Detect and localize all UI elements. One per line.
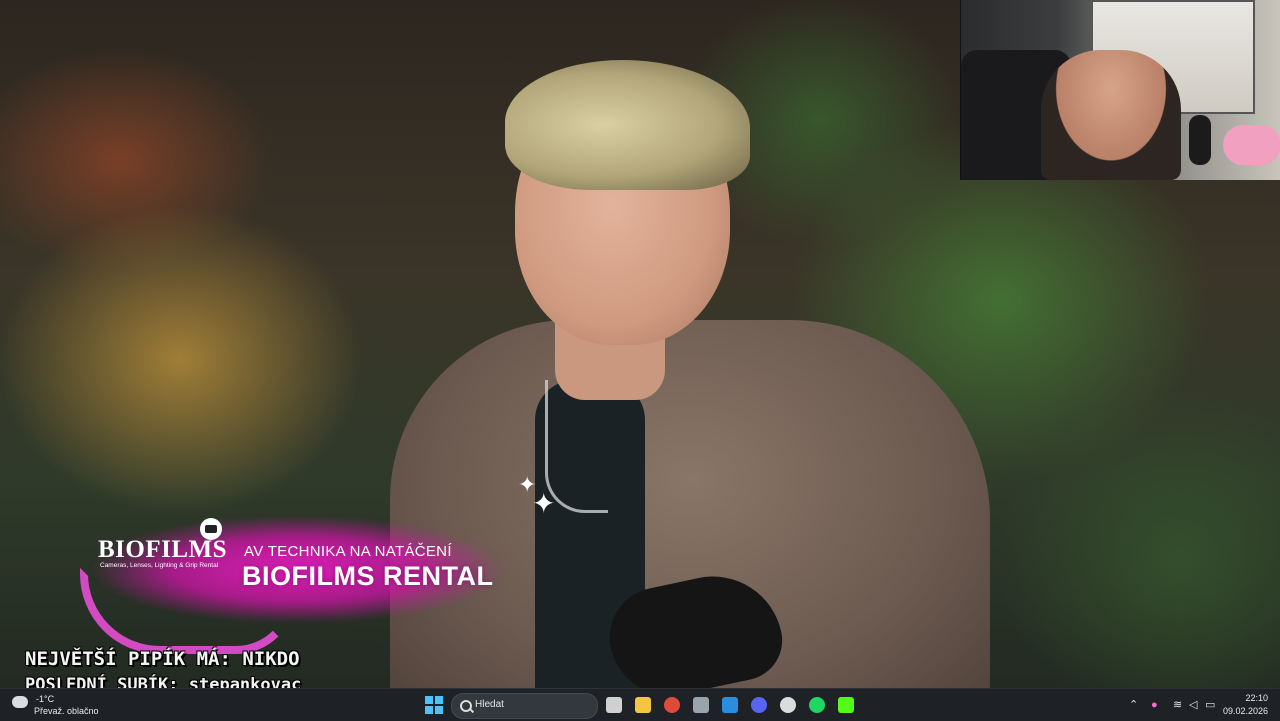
file-explorer-icon[interactable] [632, 694, 654, 716]
windows-logo-tile [435, 696, 443, 704]
photos-glyph [722, 697, 738, 713]
chrome-glyph [664, 697, 680, 713]
sponsor-logo: BIOFILMS [98, 536, 228, 563]
microphone-icon[interactable]: ● [1151, 698, 1158, 712]
spotify-icon[interactable] [806, 694, 828, 716]
webcam-headphones [1223, 125, 1280, 165]
cloud-icon [12, 696, 28, 708]
webcam-microphone [1189, 115, 1211, 165]
search-placeholder: Hledat [475, 699, 504, 710]
start-button[interactable] [425, 696, 443, 714]
taskbar: -1°C Převaž. oblačno Hledat ⌃ ● ≋ ◁ ▭ 22… [0, 688, 1280, 721]
settings-glyph [693, 697, 709, 713]
photos-icon[interactable] [719, 694, 741, 716]
windows-logo-tile [425, 706, 433, 714]
discord-glyph [751, 697, 767, 713]
kick-glyph [838, 697, 854, 713]
battery-icon[interactable]: ▭ [1205, 698, 1215, 712]
windows-logo-tile [425, 696, 433, 704]
kick-icon[interactable] [835, 694, 857, 716]
headline-big: BIOFILMS RENTAL [242, 561, 494, 591]
sponsor-lower-third: BIOFILMS Cameras, Lenses, Lighting & Gri… [80, 488, 550, 654]
clock-time: 22:10 [1245, 693, 1268, 703]
system-tray: ⌃ ● ≋ ◁ ▭ [1125, 689, 1225, 721]
weather-description: Převaž. oblačno [34, 706, 99, 716]
headline-small: AV TECHNIKA NA NATÁČENÍ [244, 543, 452, 560]
chevron-up-icon[interactable]: ⌃ [1129, 698, 1138, 712]
sparkle-icon: ✦ [532, 488, 556, 519]
ticker-top-donor: NEJVĚTŠÍ PIPÍK MÁ: NIKDO [25, 648, 300, 670]
clock[interactable]: 22:10 09.02.2026 [1223, 692, 1268, 718]
wifi-icon[interactable]: ≋ [1173, 698, 1182, 712]
github-glyph [780, 697, 796, 713]
discord-icon[interactable] [748, 694, 770, 716]
ticker-last-sub: POSLEDNÍ SUBÍK: stepankovac [25, 675, 302, 688]
file-explorer-glyph [635, 697, 651, 713]
clock-date: 09.02.2026 [1222, 706, 1268, 716]
windows-logo-tile [435, 706, 443, 714]
video-frame: BIOFILMS Cameras, Lenses, Lighting & Gri… [0, 0, 1280, 688]
weather-temperature: -1°C [36, 694, 55, 704]
hair [505, 60, 750, 190]
webcam-overlay [960, 0, 1280, 180]
sponsor-tagline: Cameras, Lenses, Lighting & Grip Rental [100, 562, 219, 569]
weather-widget[interactable]: -1°C Převaž. oblačno [8, 692, 108, 718]
github-icon[interactable] [777, 694, 799, 716]
volume-icon[interactable]: ◁ [1189, 698, 1197, 712]
task-view-icon[interactable] [603, 694, 625, 716]
settings-icon[interactable] [690, 694, 712, 716]
search-icon [460, 700, 472, 712]
webcam-streamer [1041, 50, 1181, 180]
task-view-glyph [606, 697, 622, 713]
spotify-glyph [809, 697, 825, 713]
chrome-icon[interactable] [661, 694, 683, 716]
search-box[interactable]: Hledat [451, 693, 598, 719]
